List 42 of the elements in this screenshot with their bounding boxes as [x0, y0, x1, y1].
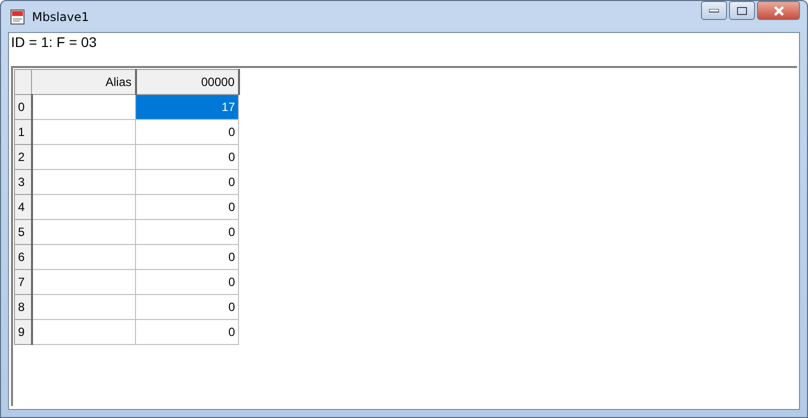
close-icon	[772, 6, 784, 16]
table-cell[interactable]	[32, 244, 136, 270]
column-header[interactable]: 00000	[136, 70, 238, 94]
document-icon	[10, 8, 26, 24]
row-header[interactable]: 3	[14, 170, 32, 194]
table-cell[interactable]: 0	[136, 220, 238, 244]
row-header[interactable]: 1	[14, 120, 32, 144]
table-cell[interactable]: 17	[136, 94, 238, 120]
table-cell[interactable]	[32, 270, 136, 294]
window-title: Mbslave1	[32, 10, 90, 24]
table-cell[interactable]	[32, 144, 136, 170]
table-cell[interactable]	[32, 170, 136, 194]
row-header[interactable]: 5	[14, 220, 32, 244]
maximize-button[interactable]	[729, 1, 755, 20]
table-cell[interactable]: 0	[136, 170, 238, 194]
table-cell[interactable]: 0	[136, 270, 238, 294]
table-cell[interactable]: 0	[136, 244, 238, 270]
corner-header	[14, 70, 32, 94]
row-header[interactable]: 0	[14, 94, 32, 120]
table-cell[interactable]: 0	[136, 320, 238, 344]
close-button[interactable]	[757, 1, 800, 20]
table-cell[interactable]: 0	[136, 194, 238, 220]
column-header[interactable]: Alias	[32, 70, 136, 94]
row-header[interactable]: 8	[14, 294, 32, 320]
table-cell[interactable]	[32, 220, 136, 244]
table-cell[interactable]	[32, 194, 136, 220]
row-header[interactable]: 2	[14, 144, 32, 170]
maximize-icon	[737, 6, 747, 14]
row-header[interactable]: 4	[14, 194, 32, 220]
status-text: ID = 1: F = 03	[10, 33, 98, 52]
row-header[interactable]: 9	[14, 320, 32, 344]
minimize-icon	[709, 8, 719, 12]
row-header[interactable]: 7	[14, 270, 32, 294]
table-cell[interactable]	[32, 120, 136, 144]
row-header[interactable]: 6	[14, 244, 32, 270]
table-cell[interactable]: 0	[136, 294, 238, 320]
table-cell[interactable]: 0	[136, 144, 238, 170]
minimize-button[interactable]	[701, 1, 727, 20]
table-cell[interactable]	[32, 294, 136, 320]
table-cell[interactable]	[32, 320, 136, 344]
table-cell[interactable]: 0	[136, 120, 238, 144]
table-cell[interactable]	[32, 94, 136, 120]
